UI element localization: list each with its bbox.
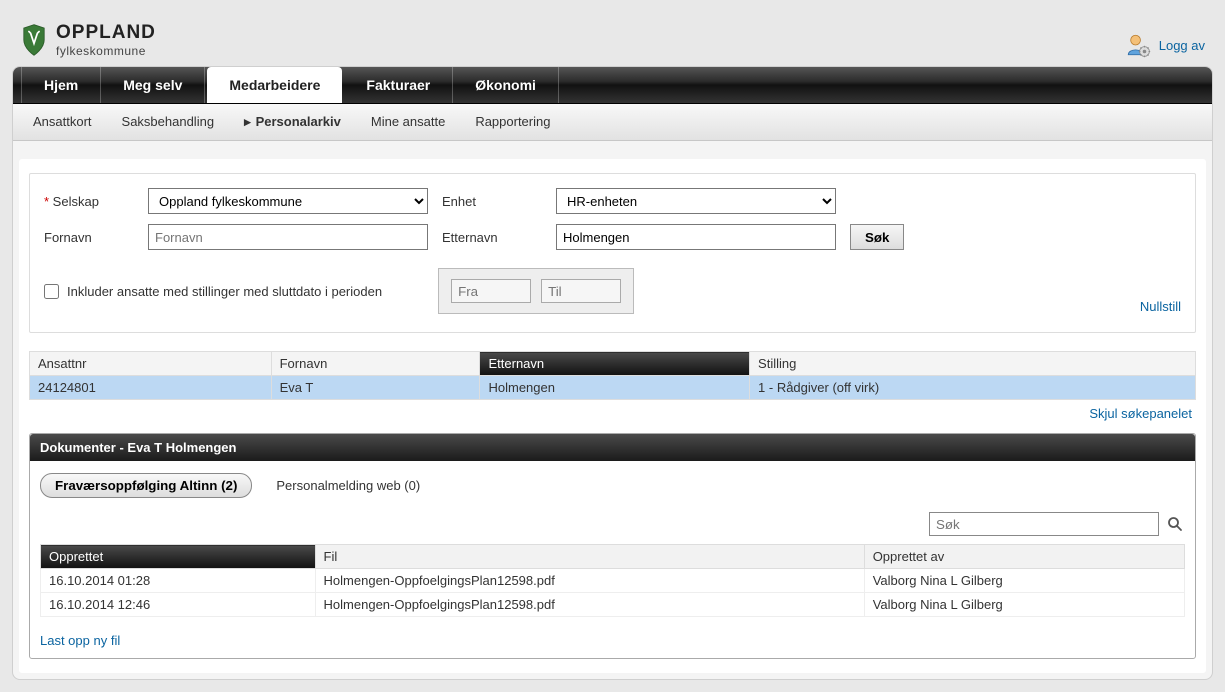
- upload-file-link[interactable]: Last opp ny fil: [40, 633, 120, 648]
- documents-title: Dokumenter - Eva T Holmengen: [30, 434, 1195, 461]
- search-button[interactable]: Søk: [850, 224, 904, 250]
- include-closed-checkbox[interactable]: Inkluder ansatte med stillinger med slut…: [44, 284, 382, 299]
- shield-icon: [20, 23, 48, 57]
- col-ansattnr[interactable]: Ansattnr: [30, 352, 272, 376]
- subtab-personalarkiv[interactable]: Personalarkiv: [244, 114, 341, 130]
- fornavn-input[interactable]: [148, 224, 428, 250]
- col-opprettet-av[interactable]: Opprettet av: [864, 545, 1184, 569]
- etternavn-input[interactable]: [556, 224, 836, 250]
- cell-fil: Holmengen-OppfoelgingsPlan12598.pdf: [315, 569, 864, 593]
- tab-fakturaer[interactable]: Fakturaer: [344, 67, 453, 103]
- search-panel: Selskap Oppland fylkeskommune Enhet HR-e…: [29, 173, 1196, 333]
- brand-subtitle: fylkeskommune: [56, 44, 156, 58]
- brand-name: OPPLAND: [56, 22, 156, 44]
- subtab-saksbehandling[interactable]: Saksbehandling: [122, 114, 215, 130]
- subtab-mine-ansatte[interactable]: Mine ansatte: [371, 114, 445, 130]
- tab-medarbeidere[interactable]: Medarbeidere: [207, 67, 342, 103]
- col-opprettet[interactable]: Opprettet: [41, 545, 316, 569]
- cell-opprettet-av: Valborg Nina L Gilberg: [864, 569, 1184, 593]
- enhet-label: Enhet: [442, 194, 542, 209]
- hide-search-panel-link[interactable]: Skjul søkepanelet: [1089, 406, 1192, 421]
- cell-ansattnr: 24124801: [30, 376, 272, 400]
- user-settings-icon[interactable]: [1125, 32, 1151, 58]
- cell-etternavn: Holmengen: [480, 376, 750, 400]
- main-tabbar: Hjem Meg selv Medarbeidere Fakturaer Øko…: [13, 67, 1212, 104]
- date-to-input[interactable]: [541, 279, 621, 303]
- cell-opprettet-av: Valborg Nina L Gilberg: [864, 593, 1184, 617]
- subtab-rapportering[interactable]: Rapportering: [475, 114, 550, 130]
- cell-opprettet: 16.10.2014 01:28: [41, 569, 316, 593]
- col-etternavn[interactable]: Etternavn: [480, 352, 750, 376]
- logoff-link[interactable]: Logg av: [1159, 38, 1205, 53]
- results-table: Ansattnr Fornavn Etternavn Stilling 2412…: [29, 351, 1196, 400]
- documents-search-input[interactable]: [929, 512, 1159, 536]
- col-fil[interactable]: Fil: [315, 545, 864, 569]
- sub-tabbar: Ansattkort Saksbehandling Personalarkiv …: [13, 104, 1212, 141]
- table-row[interactable]: 16.10.2014 01:28 Holmengen-OppfoelgingsP…: [41, 569, 1185, 593]
- col-fornavn[interactable]: Fornavn: [271, 352, 480, 376]
- brand-logo: OPPLAND fylkeskommune: [20, 22, 156, 58]
- tab-meg-selv[interactable]: Meg selv: [101, 67, 205, 103]
- fornavn-label: Fornavn: [44, 230, 134, 245]
- cell-stilling: 1 - Rådgiver (off virk): [750, 376, 1196, 400]
- include-closed-input[interactable]: [44, 284, 59, 299]
- col-stilling[interactable]: Stilling: [750, 352, 1196, 376]
- doc-tab-fravaer[interactable]: Fraværsoppfølging Altinn (2): [40, 473, 252, 498]
- selskap-select[interactable]: Oppland fylkeskommune: [148, 188, 428, 214]
- subtab-ansattkort[interactable]: Ansattkort: [33, 114, 92, 130]
- documents-table: Opprettet Fil Opprettet av 16.10.2014 01…: [40, 544, 1185, 617]
- documents-panel: Dokumenter - Eva T Holmengen Fraværsoppf…: [29, 433, 1196, 659]
- tab-okonomi[interactable]: Økonomi: [453, 67, 559, 103]
- table-row[interactable]: 16.10.2014 12:46 Holmengen-OppfoelgingsP…: [41, 593, 1185, 617]
- doc-tab-personalmelding[interactable]: Personalmelding web (0): [276, 478, 420, 493]
- reset-link[interactable]: Nullstill: [1140, 299, 1181, 314]
- date-range-group: [438, 268, 634, 314]
- date-from-input[interactable]: [451, 279, 531, 303]
- cell-fornavn: Eva T: [271, 376, 480, 400]
- etternavn-label: Etternavn: [442, 230, 542, 245]
- search-icon[interactable]: [1165, 512, 1185, 536]
- table-row[interactable]: 24124801 Eva T Holmengen 1 - Rådgiver (o…: [30, 376, 1196, 400]
- cell-opprettet: 16.10.2014 12:46: [41, 593, 316, 617]
- cell-fil: Holmengen-OppfoelgingsPlan12598.pdf: [315, 593, 864, 617]
- enhet-select[interactable]: HR-enheten: [556, 188, 836, 214]
- tab-hjem[interactable]: Hjem: [21, 67, 101, 103]
- include-closed-label: Inkluder ansatte med stillinger med slut…: [67, 284, 382, 299]
- selskap-label: Selskap: [44, 194, 134, 209]
